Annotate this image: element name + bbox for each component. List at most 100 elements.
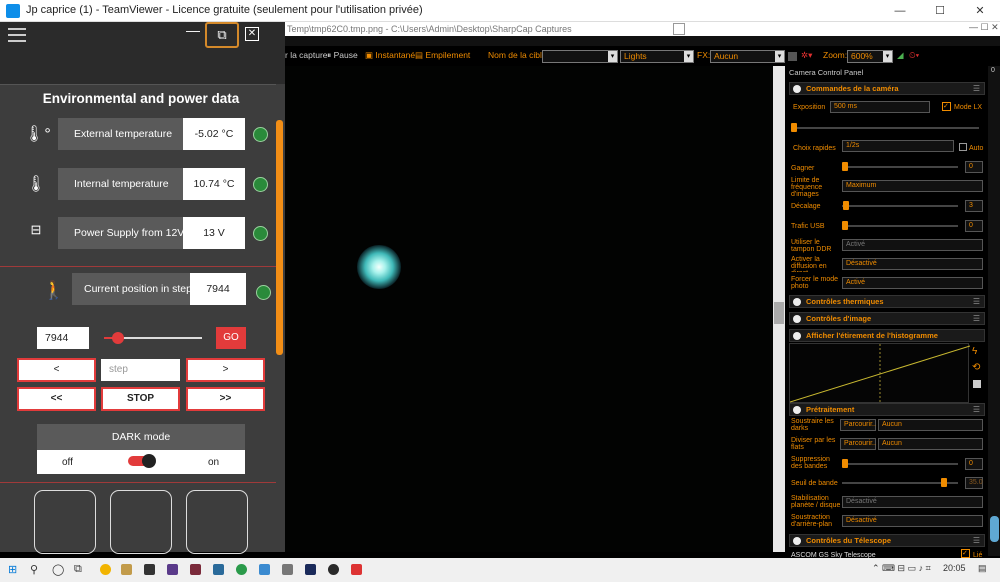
hamburger-menu-icon[interactable] <box>8 28 26 42</box>
sharpcap-taskbar-icon[interactable] <box>351 564 362 575</box>
target-position-input[interactable]: 7944 <box>37 327 89 349</box>
go-button[interactable]: GO <box>216 327 246 349</box>
histogram-chart[interactable] <box>789 343 971 404</box>
gain-field[interactable]: 0 <box>965 161 983 173</box>
menu-icon[interactable]: ☰ <box>973 84 980 93</box>
fx-select[interactable]: Aucun ▾ <box>710 50 785 63</box>
restore-window-icon[interactable]: ⧉ <box>205 22 239 48</box>
panel-scrollbar[interactable]: 0 <box>988 66 1000 556</box>
app-icon-1[interactable] <box>144 564 155 575</box>
app-icon-4[interactable] <box>213 564 224 575</box>
reticle-icon[interactable]: ✲▾ <box>801 50 812 61</box>
empty-card[interactable] <box>34 490 96 554</box>
maximize-button[interactable]: ☐ <box>920 0 960 22</box>
pause-button[interactable]: ⏸ Pause <box>327 50 358 61</box>
auto-checkbox[interactable] <box>959 143 967 151</box>
start-button[interactable]: ⊞ <box>8 563 17 576</box>
close-icon[interactable]: ✕ <box>245 27 259 41</box>
capture-button[interactable]: r la capture <box>285 50 328 60</box>
flats-select[interactable]: Aucun <box>878 438 983 450</box>
app-icon-6[interactable] <box>259 564 270 575</box>
lightning-icon[interactable]: ϟ <box>972 346 977 357</box>
step-left-button[interactable]: < <box>17 358 96 382</box>
telescope-link-checkbox[interactable]: ✓ <box>961 549 970 558</box>
usb-slider[interactable] <box>842 225 958 227</box>
banding-field[interactable]: 0 <box>965 458 983 470</box>
dark-mode-toggle[interactable] <box>128 454 156 468</box>
image-viewer[interactable] <box>285 66 785 552</box>
section-telescope[interactable]: Contrôles du Télescope ☰ <box>789 534 985 547</box>
usb-field[interactable]: 0 <box>965 220 983 232</box>
app-icon-2[interactable] <box>167 564 178 575</box>
target-input[interactable]: ▾ <box>542 50 618 63</box>
ddr-select[interactable]: Activé <box>842 239 983 251</box>
darks-browse-button[interactable]: Parcourir.. <box>840 419 876 431</box>
exposure-handle[interactable] <box>791 123 797 132</box>
threshold-handle[interactable] <box>941 478 947 487</box>
system-tray-icons[interactable]: ⌃ ⌨ ⊟ ▭ ♪ ⌗ <box>872 563 931 574</box>
banding-slider[interactable] <box>842 463 958 465</box>
empty-card[interactable] <box>186 490 248 554</box>
stab-select[interactable]: Désactivé <box>842 496 983 508</box>
cortana-icon[interactable]: ◯ <box>52 563 64 576</box>
exposure-slider[interactable] <box>793 127 979 129</box>
alarm-icon[interactable]: ⏲▾ <box>909 50 919 61</box>
viewer-scrollbar[interactable] <box>773 66 785 552</box>
app-icon-9[interactable] <box>328 564 339 575</box>
bg-select[interactable]: Désactivé <box>842 515 983 527</box>
close-button[interactable]: ✕ <box>960 0 1000 22</box>
usb-handle[interactable] <box>842 221 848 230</box>
inner-window-controls[interactable]: — ☐ ✕ <box>969 22 999 33</box>
minimize-icon[interactable]: — <box>186 22 200 38</box>
gain-slider[interactable] <box>842 166 958 168</box>
app-icon-3[interactable] <box>190 564 201 575</box>
reset-icon[interactable]: ⟲ <box>972 362 980 373</box>
zoom-select[interactable]: 600% ▾ <box>847 50 893 63</box>
offset-slider[interactable] <box>842 205 958 207</box>
app-icon-5[interactable] <box>236 564 247 575</box>
darks-select[interactable]: Aucun <box>878 419 983 431</box>
fast-right-button[interactable]: >> <box>186 387 265 411</box>
snapshot-button[interactable]: ▣ Instantané <box>365 50 415 61</box>
exposure-field[interactable]: 500 ms <box>830 101 930 113</box>
position-slider-handle[interactable] <box>112 332 124 344</box>
offset-handle[interactable] <box>843 201 849 210</box>
scroll-thumb[interactable] <box>774 302 784 324</box>
menu-icon[interactable]: ☰ <box>973 405 980 414</box>
file-explorer-icon[interactable] <box>121 564 132 575</box>
dropdown-icon[interactable] <box>673 23 685 35</box>
chrome-icon[interactable] <box>100 564 111 575</box>
frame-type-select[interactable]: Lights ▾ <box>620 50 694 63</box>
flats-browse-button[interactable]: Parcourir.. <box>840 438 876 450</box>
fast-left-button[interactable]: << <box>17 387 96 411</box>
menu-icon[interactable]: ☰ <box>973 314 980 323</box>
stop-button[interactable]: STOP <box>101 387 180 411</box>
framerate-select[interactable]: Maximum <box>842 180 983 192</box>
histogram-icon[interactable] <box>788 52 797 61</box>
section-image[interactable]: Contrôles d'image ☰ <box>789 312 985 325</box>
section-preprocessing[interactable]: Prétraitement ☰ <box>789 403 985 416</box>
save-icon[interactable] <box>973 380 981 388</box>
gain-handle[interactable] <box>842 162 848 171</box>
step-right-button[interactable]: > <box>186 358 265 382</box>
quick-select[interactable]: 1/2s <box>842 140 954 152</box>
section-camera-controls[interactable]: Commandes de la caméra ☰ <box>789 82 985 95</box>
step-input[interactable]: step <box>101 359 180 381</box>
app-scrollbar[interactable] <box>276 120 283 355</box>
app-icon-7[interactable] <box>282 564 293 575</box>
notification-icon[interactable]: ▤ <box>978 563 987 574</box>
section-histogram[interactable]: Afficher l'étirement de l'histogramme <box>789 329 985 342</box>
menu-icon[interactable]: ☰ <box>973 536 980 545</box>
threshold-field[interactable]: 35.0 <box>965 477 983 489</box>
diffusion-select[interactable]: Désactivé <box>842 258 983 270</box>
app-icon-8[interactable] <box>305 564 316 575</box>
section-thermal[interactable]: Contrôles thermiques ☰ <box>789 295 985 308</box>
panel-scroll-thumb[interactable] <box>990 516 999 542</box>
search-icon[interactable]: ⚲ <box>30 563 38 576</box>
stack-button[interactable]: ▤ Empilement <box>415 50 470 61</box>
banding-handle[interactable] <box>842 459 848 468</box>
chart-icon[interactable]: ◢ <box>897 50 904 61</box>
task-view-icon[interactable]: ⧉ <box>74 563 82 576</box>
lx-checkbox[interactable]: ✓ <box>942 102 951 111</box>
minimize-button[interactable]: — <box>880 0 920 22</box>
